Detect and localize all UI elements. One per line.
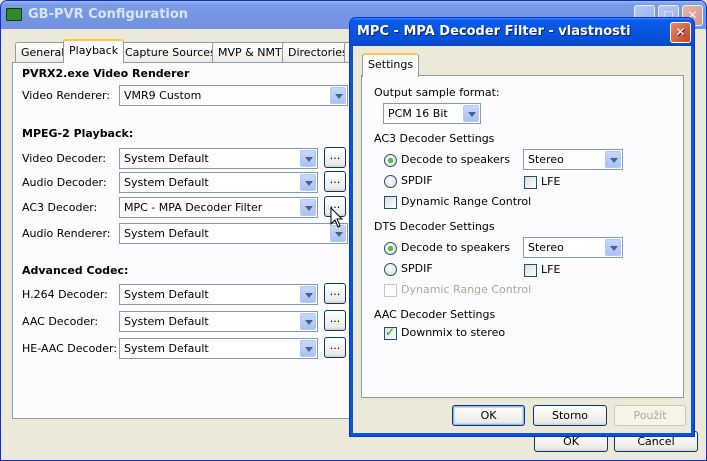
mpeg2-heading: MPEG-2 Playback: — [22, 127, 134, 140]
h264-decoder-config-button[interactable]: ... — [324, 283, 346, 304]
dts-lfe-label[interactable]: LFE — [541, 263, 560, 276]
gbpvr-app-icon — [6, 8, 22, 21]
ac3-speakers-value: Stereo — [528, 153, 564, 166]
dialog-ok-button[interactable]: OK — [452, 405, 525, 426]
dts-decode-label[interactable]: Decode to speakers — [401, 241, 510, 254]
ac3-decode-radio[interactable] — [384, 154, 397, 167]
dialog-client-area: Settings Output sample format: PCM 16 Bi… — [353, 46, 691, 433]
ac3-decode-label[interactable]: Decode to speakers — [401, 153, 510, 166]
settings-tab-panel: Output sample format: PCM 16 Bit AC3 Dec… — [361, 75, 684, 398]
dialog-apply-button: Použít — [614, 405, 686, 426]
dts-speakers-select[interactable]: Stereo — [523, 237, 623, 258]
video-renderer-value: VMR9 Custom — [124, 89, 202, 102]
he-aac-decoder-label: HE-AAC Decoder: — [22, 342, 118, 355]
ac3-drc-label[interactable]: Dynamic Range Control — [401, 195, 531, 208]
output-sample-format-value: PCM 16 Bit — [388, 107, 448, 120]
dts-spdif-label[interactable]: SPDIF — [401, 262, 433, 275]
video-renderer-label: Video Renderer: — [22, 89, 111, 102]
h264-decoder-select[interactable]: System Default — [119, 284, 318, 305]
ac3-decoder-value: MPC - MPA Decoder Filter — [124, 201, 263, 214]
aac-settings-heading: AAC Decoder Settings — [374, 308, 496, 321]
aac-decoder-value: System Default — [124, 315, 209, 328]
he-aac-decoder-value: System Default — [124, 342, 209, 355]
ac3-lfe-label[interactable]: LFE — [541, 175, 560, 188]
audio-decoder-value: System Default — [124, 176, 209, 189]
audio-decoder-config-button[interactable]: ... — [324, 171, 346, 192]
h264-decoder-label: H.264 Decoder: — [22, 288, 108, 301]
aac-downmix-checkbox[interactable] — [384, 325, 397, 340]
ac3-decoder-select[interactable]: MPC - MPA Decoder Filter — [119, 197, 318, 218]
tab-mvp-nmt[interactable]: MVP & NMT — [212, 42, 288, 63]
dts-speakers-value: Stereo — [528, 241, 564, 254]
main-window-title: GB-PVR Configuration — [28, 7, 189, 22]
ac3-spdif-radio[interactable] — [384, 175, 397, 188]
aac-decoder-select[interactable]: System Default — [119, 311, 318, 332]
he-aac-decoder-config-button[interactable]: ... — [324, 337, 346, 358]
dts-lfe-checkbox[interactable] — [524, 264, 537, 277]
chevron-down-icon[interactable] — [300, 340, 316, 357]
video-decoder-config-button[interactable]: ... — [324, 147, 346, 168]
chevron-down-icon[interactable] — [300, 286, 316, 303]
dts-settings-heading: DTS Decoder Settings — [374, 220, 495, 233]
dts-drc-label: Dynamic Range Control — [401, 283, 532, 296]
chevron-down-icon[interactable] — [330, 87, 346, 104]
ac3-decoder-label: AC3 Decoder: — [22, 201, 98, 214]
chevron-down-icon[interactable] — [300, 199, 316, 216]
dialog-close-button[interactable]: ✕ — [670, 22, 691, 43]
chevron-down-icon[interactable] — [300, 174, 316, 191]
video-decoder-value: System Default — [124, 152, 209, 165]
h264-decoder-value: System Default — [124, 288, 209, 301]
output-sample-format-select[interactable]: PCM 16 Bit — [383, 103, 481, 124]
he-aac-decoder-select[interactable]: System Default — [119, 338, 318, 359]
aac-downmix-label[interactable]: Downmix to stereo — [401, 326, 505, 339]
chevron-down-icon[interactable] — [300, 313, 316, 330]
chevron-down-icon[interactable] — [605, 239, 621, 256]
audio-renderer-select[interactable]: System Default — [119, 223, 348, 244]
chevron-down-icon[interactable] — [605, 151, 621, 168]
dialog-title-bar[interactable]: MPC - MPA Decoder Filter - vlastnosti ✕ — [350, 18, 694, 46]
audio-renderer-value: System Default — [124, 227, 209, 240]
chevron-down-icon[interactable] — [300, 150, 316, 167]
tab-directories[interactable]: Directories — [282, 42, 354, 63]
playback-tab-panel: PVRX2.exe Video Renderer Video Renderer:… — [12, 62, 357, 419]
dialog-title: MPC - MPA Decoder Filter - vlastnosti — [357, 24, 631, 39]
video-decoder-select[interactable]: System Default — [119, 148, 318, 169]
dts-spdif-radio[interactable] — [384, 263, 397, 276]
dts-decode-radio[interactable] — [384, 242, 397, 255]
pvrx2-heading: PVRX2.exe Video Renderer — [22, 67, 190, 80]
ac3-speakers-select[interactable]: Stereo — [523, 149, 623, 170]
ac3-drc-checkbox[interactable] — [384, 196, 397, 209]
ac3-lfe-checkbox[interactable] — [524, 176, 537, 189]
audio-renderer-label: Audio Renderer: — [22, 227, 111, 240]
mouse-pointer-icon — [330, 207, 344, 228]
advanced-codec-heading: Advanced Codec: — [22, 264, 129, 277]
aac-decoder-label: AAC Decoder: — [22, 315, 99, 328]
aac-decoder-config-button[interactable]: ... — [324, 310, 346, 331]
video-renderer-select[interactable]: VMR9 Custom — [119, 85, 348, 106]
chevron-down-icon[interactable] — [463, 105, 479, 122]
tab-playback[interactable]: Playback — [63, 39, 125, 63]
decoder-properties-dialog: MPC - MPA Decoder Filter - vlastnosti ✕ … — [349, 17, 695, 437]
dialog-storno-button[interactable]: Storno — [533, 405, 607, 426]
dts-drc-checkbox — [384, 284, 397, 297]
ac3-spdif-label[interactable]: SPDIF — [401, 174, 433, 187]
audio-decoder-label: Audio Decoder: — [22, 176, 107, 189]
tab-settings[interactable]: Settings — [362, 53, 420, 77]
audio-decoder-select[interactable]: System Default — [119, 172, 318, 193]
output-sample-format-label: Output sample format: — [374, 86, 500, 99]
tab-capture-sources[interactable]: Capture Sources — [119, 42, 222, 63]
ac3-settings-heading: AC3 Decoder Settings — [374, 132, 495, 145]
video-decoder-label: Video Decoder: — [22, 152, 107, 165]
